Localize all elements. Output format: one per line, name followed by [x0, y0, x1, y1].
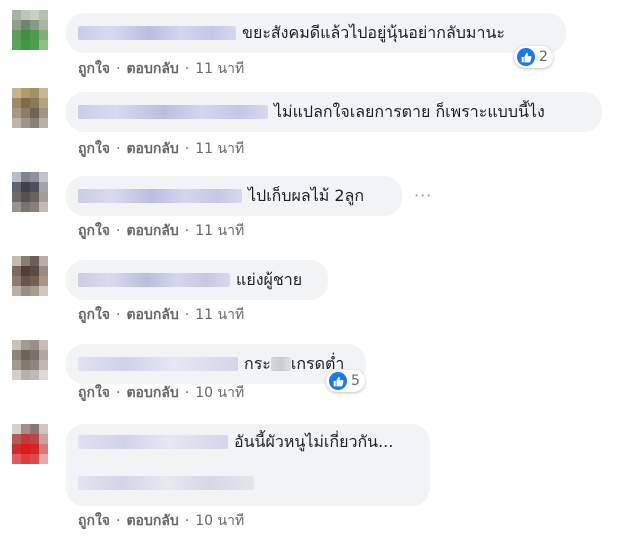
separator: ·	[184, 307, 190, 323]
separator: ·	[116, 223, 121, 239]
comment-text: ไม่แปลกใจเลยการตาย ก็เพราะแบบนี้ไง	[274, 102, 545, 121]
separator: ·	[116, 141, 121, 157]
commenter-name-blurred[interactable]	[78, 105, 268, 119]
comment-actions: ถูกใจ · ตอบกลับ · 10 นาที	[78, 382, 244, 404]
comment-text: อันนี้ผัวหนูไม่เกี่ยวกัน...	[234, 432, 394, 451]
reply-link[interactable]: ตอบกลับ	[126, 510, 178, 532]
comment-text: ไปเก็บผลไม้ 2ลูก	[248, 186, 365, 205]
comment-feed: ขยะสังคมดีแล้วไปอยู่นุ้นอย่ากลับมานะ 2 ถ…	[0, 0, 640, 536]
comment-bubble: อันนี้ผัวหนูไม่เกี่ยวกัน...	[66, 424, 430, 506]
commenter-name-blurred[interactable]	[78, 357, 238, 371]
like-link[interactable]: ถูกใจ	[78, 510, 110, 532]
comment-actions: ถูกใจ · ตอบกลับ · 11 นาที	[78, 220, 244, 242]
comment-text-blurred	[78, 476, 254, 490]
comment-bubble: ขยะสังคมดีแล้วไปอยู่นุ้นอย่ากลับมานะ	[66, 13, 566, 53]
commenter-name-blurred[interactable]	[78, 26, 236, 40]
comment-actions: ถูกใจ · ตอบกลับ · 10 นาที	[78, 510, 244, 532]
timestamp[interactable]: 11 นาที	[195, 58, 244, 80]
like-link[interactable]: ถูกใจ	[78, 58, 110, 80]
comment-text: แย่งผู้ชาย	[236, 270, 303, 289]
like-link[interactable]: ถูกใจ	[78, 220, 110, 242]
comment-bubble: ไปเก็บผลไม้ 2ลูก	[66, 176, 402, 216]
reply-link[interactable]: ตอบกลับ	[126, 58, 178, 80]
timestamp[interactable]: 10 นาที	[195, 382, 244, 404]
separator: ·	[116, 61, 121, 77]
avatar[interactable]	[12, 256, 48, 296]
comment-text-start: กระ	[244, 354, 271, 373]
commenter-name-blurred[interactable]	[78, 189, 242, 203]
reaction-number: 5	[351, 373, 360, 389]
separator: ·	[116, 385, 121, 401]
separator: ·	[184, 223, 190, 239]
commenter-name-blurred[interactable]	[78, 435, 228, 449]
avatar[interactable]	[12, 10, 48, 50]
like-icon	[517, 48, 535, 66]
like-icon	[329, 372, 347, 390]
separator: ·	[184, 385, 190, 401]
reply-link[interactable]: ตอบกลับ	[126, 304, 178, 326]
more-options-icon[interactable]: ···	[414, 186, 432, 205]
reply-link[interactable]: ตอบกลับ	[126, 138, 178, 160]
commenter-name-blurred[interactable]	[78, 273, 230, 287]
comment-bubble: กระ เกรดต่ำ	[66, 344, 366, 384]
like-link[interactable]: ถูกใจ	[78, 138, 110, 160]
separator: ·	[184, 513, 190, 529]
reaction-number: 2	[539, 49, 548, 65]
timestamp[interactable]: 10 นาที	[195, 510, 244, 532]
timestamp[interactable]: 11 นาที	[195, 220, 244, 242]
comment-text: ขยะสังคมดีแล้วไปอยู่นุ้นอย่ากลับมานะ	[242, 23, 505, 42]
comment-bubble: แย่งผู้ชาย	[66, 260, 328, 300]
separator: ·	[116, 307, 121, 323]
timestamp[interactable]: 11 นาที	[195, 304, 244, 326]
separator: ·	[184, 141, 190, 157]
avatar[interactable]	[12, 88, 48, 128]
separator: ·	[116, 513, 121, 529]
avatar[interactable]	[12, 424, 48, 464]
censored-word	[270, 357, 291, 371]
comment-actions: ถูกใจ · ตอบกลับ · 11 นาที	[78, 58, 244, 80]
reaction-count[interactable]: 2	[514, 46, 553, 68]
comment-bubble: ไม่แปลกใจเลยการตาย ก็เพราะแบบนี้ไง	[66, 92, 602, 132]
timestamp[interactable]: 11 นาที	[195, 138, 244, 160]
comment-actions: ถูกใจ · ตอบกลับ · 11 นาที	[78, 138, 244, 160]
like-link[interactable]: ถูกใจ	[78, 382, 110, 404]
avatar[interactable]	[12, 172, 48, 212]
comment-actions: ถูกใจ · ตอบกลับ · 11 นาที	[78, 304, 244, 326]
avatar[interactable]	[12, 340, 48, 380]
separator: ·	[184, 61, 190, 77]
like-link[interactable]: ถูกใจ	[78, 304, 110, 326]
reply-link[interactable]: ตอบกลับ	[126, 382, 178, 404]
reaction-count[interactable]: 5	[326, 370, 365, 392]
reply-link[interactable]: ตอบกลับ	[126, 220, 178, 242]
